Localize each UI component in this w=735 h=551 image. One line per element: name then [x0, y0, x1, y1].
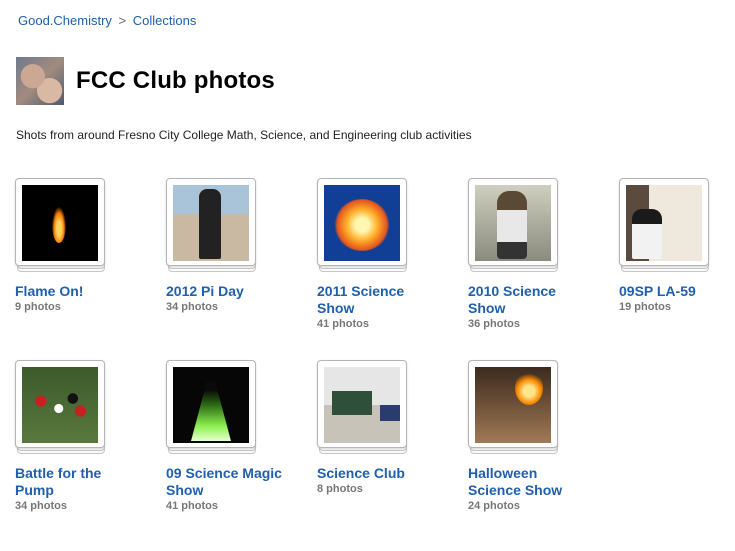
- thumbnail-frame: [317, 360, 407, 448]
- collection-item[interactable]: 2011 Science Show 41 photos: [317, 178, 457, 330]
- thumbnail-frame: [317, 178, 407, 266]
- breadcrumb-collections-link[interactable]: Collections: [133, 13, 197, 28]
- thumbnail-image: [173, 367, 249, 443]
- thumbnail-image: [324, 367, 400, 443]
- collection-item[interactable]: Flame On! 9 photos: [15, 178, 155, 313]
- collection-thumbnail[interactable]: [166, 360, 256, 454]
- avatar[interactable]: [16, 57, 64, 105]
- collection-item[interactable]: 2010 Science Show 36 photos: [468, 178, 608, 330]
- collection-item[interactable]: 2012 Pi Day 34 photos: [166, 178, 306, 313]
- thumbnail-image: [173, 185, 249, 261]
- photo-count: 34 photos: [166, 301, 218, 313]
- collection-title-link[interactable]: Science Club: [317, 465, 437, 482]
- thumbnail-image: [22, 185, 98, 261]
- thumbnail-image: [475, 367, 551, 443]
- photo-count: 8 photos: [317, 483, 363, 495]
- thumbnail-image: [475, 185, 551, 261]
- photo-count: 41 photos: [317, 318, 369, 330]
- breadcrumb: Good.Chemistry > Collections: [18, 13, 196, 28]
- thumbnail-frame: [15, 178, 105, 266]
- photo-count: 41 photos: [166, 500, 218, 512]
- photo-count: 19 photos: [619, 301, 671, 313]
- thumbnail-frame: [166, 178, 256, 266]
- thumbnail-image: [324, 185, 400, 261]
- collection-thumbnail[interactable]: [468, 360, 558, 454]
- breadcrumb-user-link[interactable]: Good.Chemistry: [18, 13, 112, 28]
- thumbnail-frame: [619, 178, 709, 266]
- collection-title-link[interactable]: 09 Science Magic Show: [166, 465, 286, 499]
- collection-thumbnail[interactable]: [166, 178, 256, 272]
- photo-count: 24 photos: [468, 500, 520, 512]
- collection-thumbnail[interactable]: [15, 178, 105, 272]
- thumbnail-frame: [15, 360, 105, 448]
- collection-thumbnail[interactable]: [619, 178, 709, 272]
- thumbnail-image: [22, 367, 98, 443]
- collection-item[interactable]: 09 Science Magic Show 41 photos: [166, 360, 306, 512]
- photo-count: 36 photos: [468, 318, 520, 330]
- collection-thumbnail[interactable]: [317, 178, 407, 272]
- thumbnail-image: [626, 185, 702, 261]
- collection-title-link[interactable]: 2011 Science Show: [317, 283, 437, 317]
- thumbnail-frame: [468, 178, 558, 266]
- collection-title-link[interactable]: Halloween Science Show: [468, 465, 588, 499]
- collection-title-link[interactable]: 2010 Science Show: [468, 283, 588, 317]
- collection-thumbnail[interactable]: [468, 178, 558, 272]
- collection-title-link[interactable]: Flame On!: [15, 283, 135, 300]
- thumbnail-frame: [166, 360, 256, 448]
- collection-title-link[interactable]: 09SP LA-59: [619, 283, 724, 300]
- thumbnail-frame: [468, 360, 558, 448]
- breadcrumb-separator: >: [118, 13, 127, 28]
- photo-count: 9 photos: [15, 301, 61, 313]
- collection-title-link[interactable]: 2012 Pi Day: [166, 283, 286, 300]
- collection-item[interactable]: Science Club 8 photos: [317, 360, 457, 495]
- collection-description: Shots from around Fresno City College Ma…: [16, 128, 472, 142]
- collection-header: FCC Club photos: [16, 57, 275, 105]
- collection-item[interactable]: Battle for the Pump 34 photos: [15, 360, 155, 512]
- collection-thumbnail[interactable]: [15, 360, 105, 454]
- page-title: FCC Club photos: [76, 67, 275, 94]
- collection-item[interactable]: 09SP LA-59 19 photos: [619, 178, 729, 313]
- photo-count: 34 photos: [15, 500, 67, 512]
- collection-title-link[interactable]: Battle for the Pump: [15, 465, 135, 499]
- collection-thumbnail[interactable]: [317, 360, 407, 454]
- collection-item[interactable]: Halloween Science Show 24 photos: [468, 360, 608, 512]
